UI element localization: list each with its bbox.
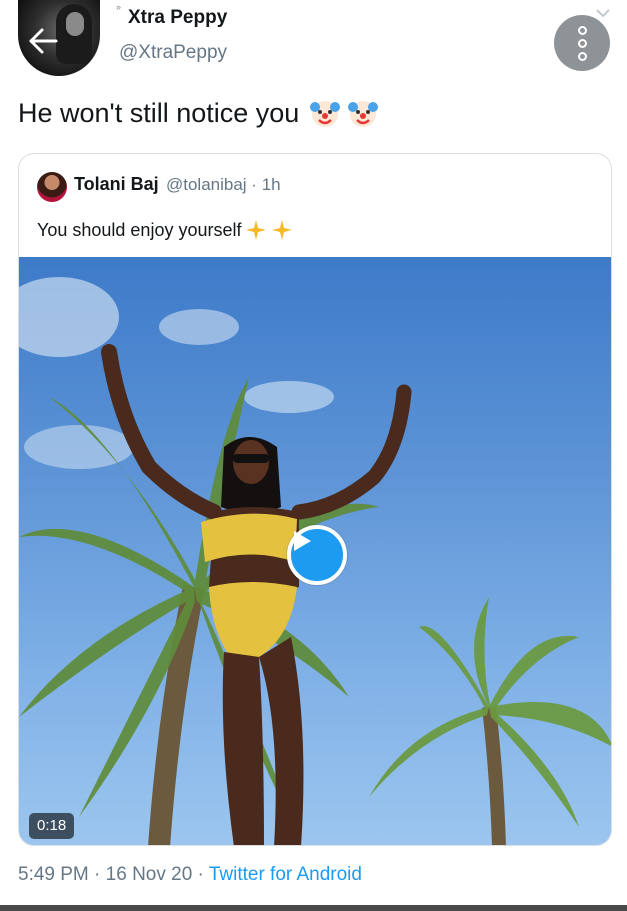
quoted-tweet-body: You should enjoy yourself: [37, 219, 293, 241]
author-handle[interactable]: @XtraPeppy: [119, 42, 227, 64]
chevron-down-icon[interactable]: [596, 8, 610, 18]
quoted-tweet-text: You should enjoy yourself: [37, 219, 242, 240]
back-button[interactable]: [22, 20, 64, 62]
tweet-source-link[interactable]: Twitter for Android: [209, 864, 362, 885]
tweet-text: He won't still notice you: [18, 97, 300, 128]
more-vertical-icon: [577, 25, 587, 35]
author-display-name[interactable]: Xtra Peppy: [128, 7, 227, 29]
tweet-time[interactable]: 5:49 PM: [18, 864, 89, 885]
video-thumbnail[interactable]: 0:18: [19, 257, 611, 845]
sparkles-emoji: [272, 220, 293, 240]
more-vertical-icon: [577, 38, 587, 48]
more-options-button[interactable]: [554, 15, 610, 71]
play-icon: [294, 531, 311, 551]
quoted-author-handle-time[interactable]: @tolanibaj · 1h: [166, 175, 281, 195]
tweet-metadata: 5:49 PM · 16 Nov 20 · Twitter for Androi…: [18, 864, 362, 886]
quoted-author-avatar[interactable]: [37, 172, 67, 202]
tweet-date[interactable]: 16 Nov 20: [106, 864, 193, 885]
quoted-author-name[interactable]: Tolani Baj: [74, 174, 159, 195]
tweet-header: » Xtra Peppy @XtraPeppy: [0, 0, 627, 90]
separator: ·: [88, 864, 106, 885]
bottom-divider: [0, 905, 627, 911]
separator: ·: [192, 864, 209, 885]
superscript-mark: »: [116, 2, 122, 12]
clown-face-emoji: [310, 101, 341, 127]
avatar-face: [66, 12, 84, 36]
arrow-left-icon: [29, 28, 58, 54]
quoted-tweet-card[interactable]: Tolani Baj @tolanibaj · 1h You should en…: [18, 153, 612, 846]
play-button[interactable]: [287, 525, 347, 585]
sparkles-emoji: [246, 220, 267, 240]
more-vertical-icon: [577, 51, 587, 61]
video-duration-badge: 0:18: [29, 813, 75, 839]
emoji-group: [309, 97, 379, 129]
tweet-body: He won't still notice you: [18, 97, 379, 129]
clown-face-emoji: [348, 101, 379, 127]
